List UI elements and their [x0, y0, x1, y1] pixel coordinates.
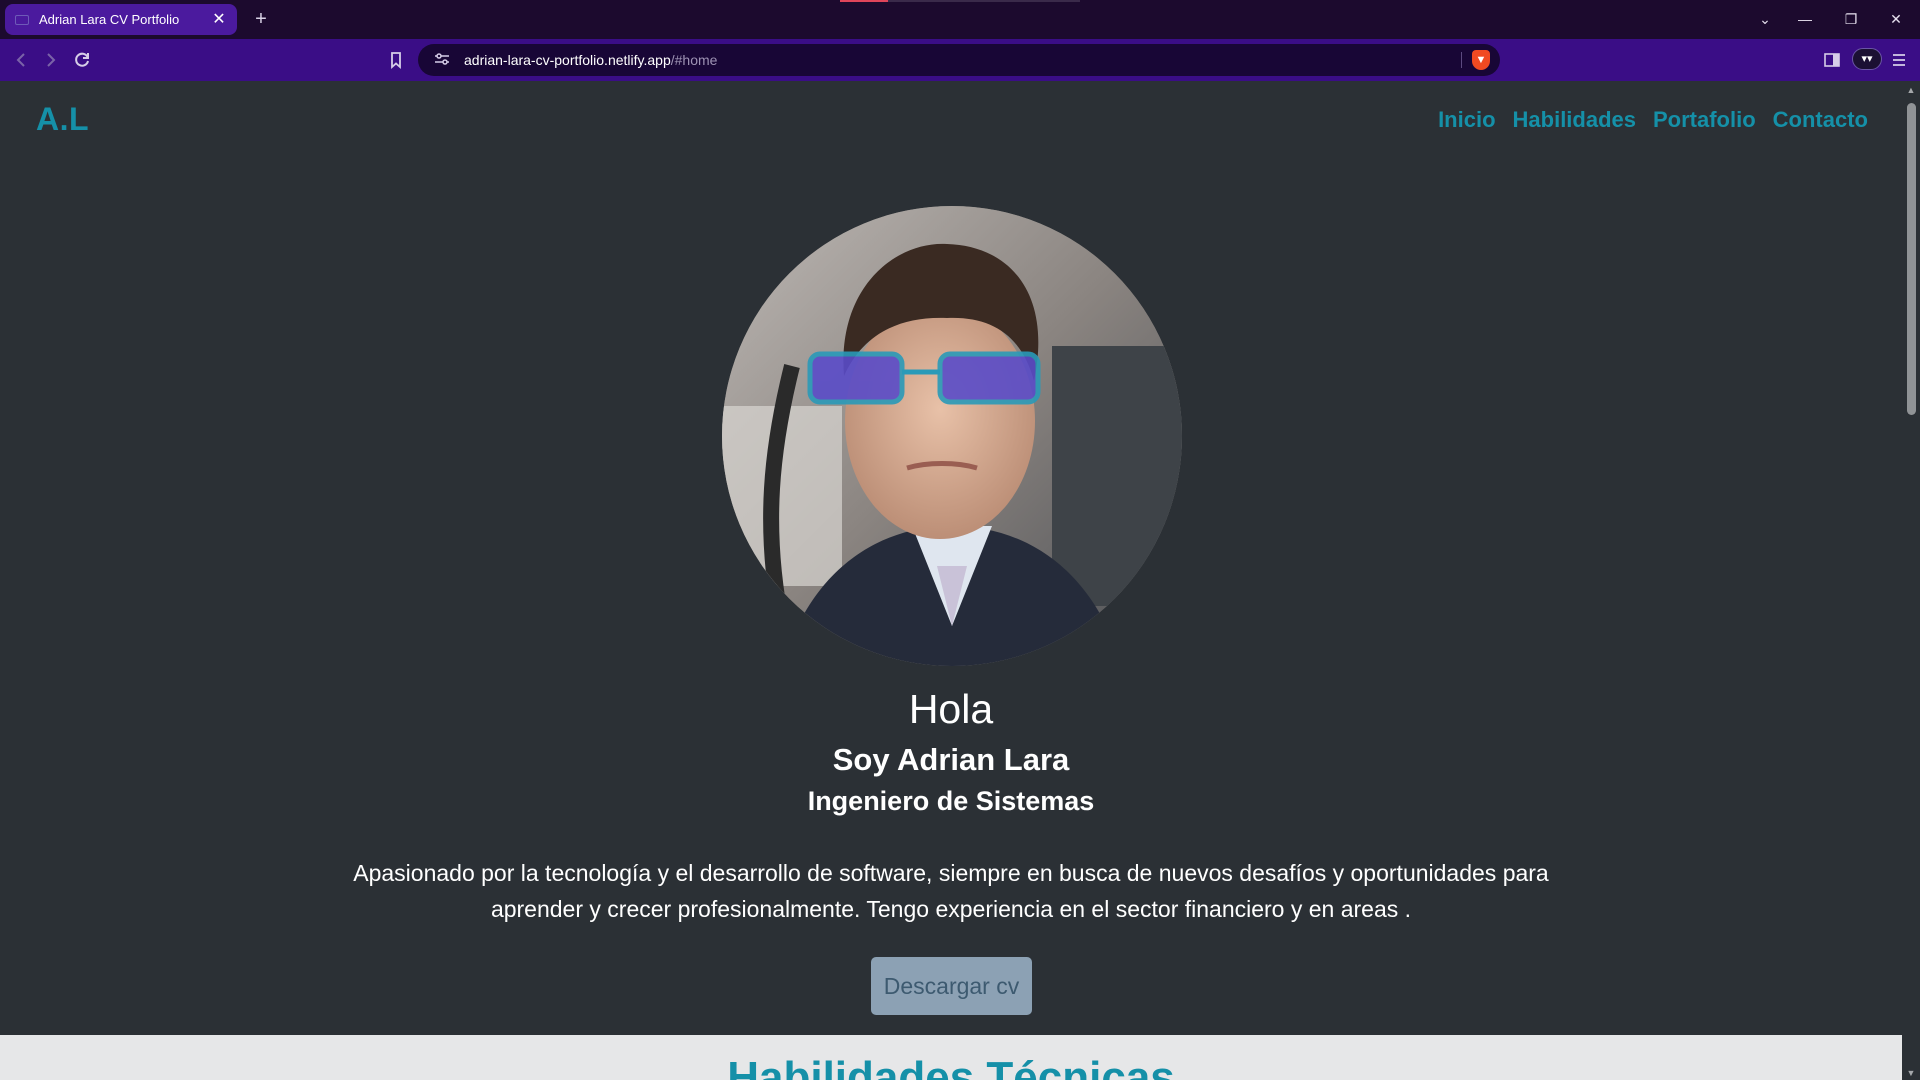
site-settings-icon[interactable] [434, 52, 452, 69]
site-logo[interactable]: A.L [36, 101, 89, 138]
nav-link-contacto[interactable]: Contacto [1773, 107, 1868, 133]
download-cv-button[interactable]: Descargar cv [871, 957, 1032, 1015]
main-nav: Inicio Habilidades Portafolio Contacto [1438, 107, 1868, 133]
scrollbar-thumb[interactable] [1907, 103, 1916, 415]
tab-close-icon[interactable]: ✕ [211, 11, 227, 28]
new-tab-button[interactable]: + [250, 8, 272, 30]
tab-search-icon[interactable]: ⌄ [1753, 8, 1777, 30]
nav-link-inicio[interactable]: Inicio [1438, 107, 1495, 133]
close-window-button[interactable]: ✕ [1884, 8, 1908, 30]
skills-section: Habilidades Técnicas [0, 1035, 1902, 1080]
scroll-down-icon[interactable]: ▼ [1906, 1068, 1916, 1078]
hero-greeting: Hola [908, 686, 994, 732]
forward-icon[interactable] [40, 49, 62, 76]
page-load-indicator [840, 0, 888, 2]
minimize-button[interactable]: — [1793, 8, 1817, 30]
scroll-up-icon[interactable]: ▲ [1906, 85, 1916, 95]
tab-active[interactable]: Adrian Lara CV Portfolio ✕ [5, 4, 237, 35]
tab-favicon-icon [15, 14, 29, 25]
address-bar[interactable]: adrian-lara-cv-portfolio.netlify.app/#ho… [418, 44, 1500, 76]
wallet-icon[interactable]: ▾▾ [1852, 48, 1882, 70]
sidebar-icon[interactable] [1821, 49, 1843, 76]
back-icon[interactable] [10, 49, 32, 76]
menu-icon[interactable] [1888, 49, 1910, 76]
brave-shields-icon[interactable]: ▼ [1472, 50, 1490, 70]
hero-name: Soy Adrian Lara [832, 742, 1070, 777]
nav-link-portafolio[interactable]: Portafolio [1653, 107, 1756, 133]
reload-icon[interactable] [71, 49, 93, 76]
skills-title: Habilidades Técnicas [727, 1053, 1175, 1080]
url-path: /#home [670, 52, 718, 68]
page-scrollbar[interactable]: ▲ ▼ [1902, 81, 1920, 1080]
address-bar-divider [1461, 52, 1462, 68]
hero-role: Ingeniero de Sistemas [807, 786, 1095, 816]
profile-photo [722, 206, 1182, 666]
hero-bio: Apasionado por la tecnología y el desarr… [353, 860, 1549, 922]
tab-strip: Adrian Lara CV Portfolio ✕ + ⌄ — ❐ ✕ [0, 0, 1920, 39]
restore-button[interactable]: ❐ [1839, 8, 1863, 30]
page-viewport: A.L Inicio Habilidades Portafolio Contac… [0, 81, 1902, 1080]
url-host: adrian-lara-cv-portfolio.netlify.app [464, 52, 671, 68]
nav-link-habilidades[interactable]: Habilidades [1513, 107, 1636, 133]
browser-toolbar: adrian-lara-cv-portfolio.netlify.app/#ho… [0, 39, 1920, 81]
bookmark-icon[interactable] [385, 49, 407, 76]
tab-title: Adrian Lara CV Portfolio [39, 12, 180, 27]
page-load-track [888, 0, 1080, 2]
